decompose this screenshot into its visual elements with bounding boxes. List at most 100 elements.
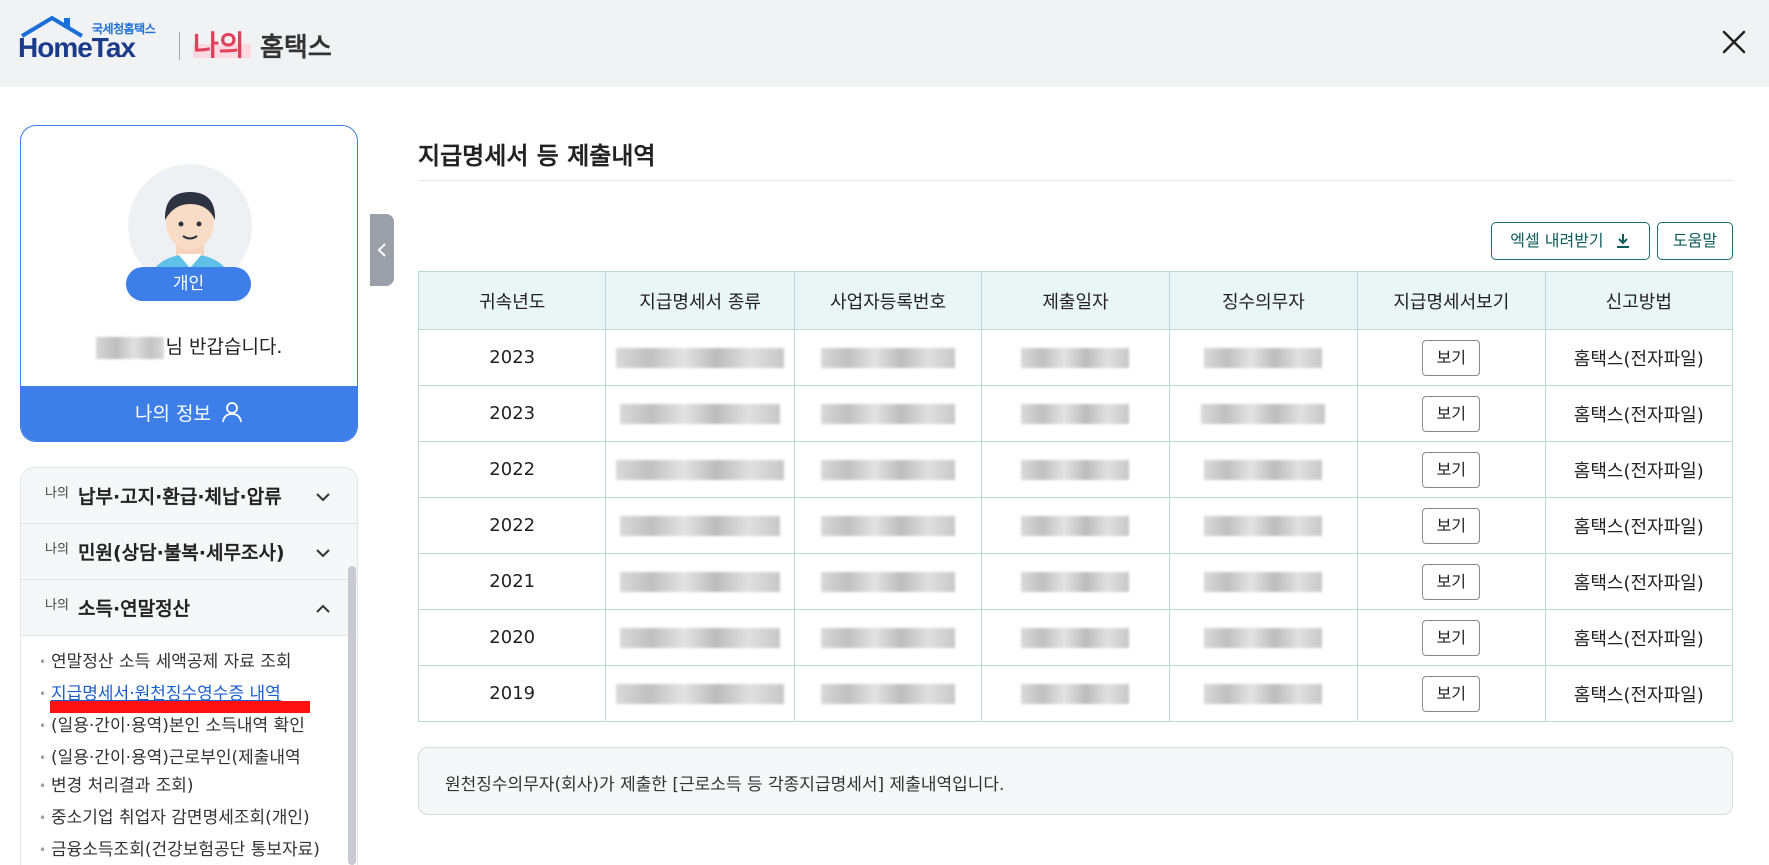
cell-blurred xyxy=(1168,497,1359,554)
sidebar-section-civil-affairs[interactable]: 나의 민원(상담·불복·세무조사) xyxy=(21,524,357,580)
greeting-text: 님 반갑습니다. xyxy=(21,332,357,359)
cell-year: 2022 xyxy=(417,497,607,554)
cell-view: 보기 xyxy=(1357,665,1546,722)
submenu-item-labor-denial[interactable]: (일용·간이·용역)근로부인(제출내역 xyxy=(39,744,301,772)
cell-blurred xyxy=(981,665,1170,722)
close-icon xyxy=(1722,30,1746,54)
cell-blurred xyxy=(605,497,795,554)
view-statement-button[interactable]: 보기 xyxy=(1422,507,1481,544)
help-button[interactable]: 도움말 xyxy=(1657,222,1733,260)
col-header-business-number: 사업자등록번호 xyxy=(793,271,983,330)
header: 국세청홈택스 HomeTax 나의 홈택스 xyxy=(0,0,1769,87)
cell-view: 보기 xyxy=(1357,497,1546,554)
cell-blurred xyxy=(1168,329,1359,386)
my-info-button[interactable]: 나의 정보 xyxy=(21,386,357,441)
cell-view: 보기 xyxy=(1357,553,1546,610)
table-row: 2023 보기 홈택스(전자파일) xyxy=(417,385,1734,442)
cell-method: 홈택스(전자파일) xyxy=(1544,665,1734,722)
cell-blurred xyxy=(793,553,983,610)
cell-blurred xyxy=(981,329,1170,386)
page-title: 지급명세서 등 제출내역 xyxy=(418,142,656,170)
cell-blurred xyxy=(1168,385,1359,442)
chevron-down-icon xyxy=(316,493,330,502)
blurred-value xyxy=(620,516,781,536)
cell-method: 홈택스(전자파일) xyxy=(1544,497,1734,554)
hometax-logo[interactable]: 국세청홈택스 HomeTax xyxy=(18,16,168,66)
view-statement-button[interactable]: 보기 xyxy=(1422,451,1481,488)
cell-blurred xyxy=(605,553,795,610)
title-divider xyxy=(418,180,1733,181)
close-button[interactable] xyxy=(1716,24,1752,60)
blurred-value xyxy=(821,684,956,704)
blurred-username xyxy=(95,336,164,359)
table-row: 2022 보기 홈택스(전자파일) xyxy=(417,497,1734,554)
cell-view: 보기 xyxy=(1357,441,1546,498)
blurred-value xyxy=(1021,460,1130,480)
view-statement-button[interactable]: 보기 xyxy=(1422,675,1481,712)
blurred-value xyxy=(1021,684,1130,704)
user-type-badge: 개인 xyxy=(126,267,251,301)
section-title: 민원(상담·불복·세무조사) xyxy=(78,542,285,564)
blurred-value xyxy=(1204,628,1323,648)
submenu-item-year-end-deduction[interactable]: 연말정산 소득 세액공제 자료 조회 xyxy=(39,648,292,676)
submenu-item-financial-income[interactable]: 금융소득조회(건강보험공단 통보자료) xyxy=(39,836,320,864)
submenu-item-sme-reduction[interactable]: 중소기업 취업자 감면명세조회(개인) xyxy=(39,804,310,832)
blurred-value xyxy=(620,404,781,424)
submenu-item-own-income-check[interactable]: (일용·간이·용역)본인 소득내역 확인 xyxy=(39,712,305,740)
col-header-statement-type: 지급명세서 종류 xyxy=(605,271,795,330)
submenu-item-labor-denial-cont-text: 변경 처리결과 조회) xyxy=(51,776,194,796)
blurred-value xyxy=(1021,404,1130,424)
excel-download-label: 엑셀 내려받기 xyxy=(1510,231,1604,250)
blurred-value xyxy=(821,572,956,592)
view-statement-button[interactable]: 보기 xyxy=(1422,619,1481,656)
cell-blurred xyxy=(605,609,795,666)
blurred-value xyxy=(1204,348,1323,368)
cell-method: 홈택스(전자파일) xyxy=(1544,609,1734,666)
cell-blurred xyxy=(605,329,795,386)
view-statement-button[interactable]: 보기 xyxy=(1422,395,1481,432)
notice-box: 원천징수의무자(회사)가 제출한 [근로소득 등 각종지급명세서] 제출내역입니… xyxy=(418,747,1733,815)
section-prefix: 나의 xyxy=(45,486,69,501)
chevron-down-icon xyxy=(316,549,330,558)
blurred-value xyxy=(620,572,781,592)
blurred-value xyxy=(1021,516,1130,536)
sidebar-scrollbar[interactable] xyxy=(348,566,356,865)
notice-text: 원천징수의무자(회사)가 제출한 [근로소득 등 각종지급명세서] 제출내역입니… xyxy=(445,775,1005,795)
sidebar-section-payment[interactable]: 나의 납부·고지·환급·체납·압류 xyxy=(21,468,357,524)
excel-download-button[interactable]: 엑셀 내려받기 xyxy=(1491,222,1650,260)
view-statement-button[interactable]: 보기 xyxy=(1422,563,1481,600)
cell-blurred xyxy=(605,665,795,722)
col-header-withholder: 징수의무자 xyxy=(1168,271,1359,330)
cell-blurred xyxy=(981,441,1170,498)
blurred-value xyxy=(821,404,956,424)
blurred-value xyxy=(821,628,956,648)
blurred-value xyxy=(1021,572,1130,592)
blurred-value xyxy=(1201,404,1326,424)
cell-blurred xyxy=(981,553,1170,610)
cell-blurred xyxy=(605,385,795,442)
cell-method: 홈택스(전자파일) xyxy=(1544,329,1734,386)
cell-method: 홈택스(전자파일) xyxy=(1544,553,1734,610)
sidebar-section-income[interactable]: 나의 소득·연말정산 xyxy=(21,580,357,636)
income-submenu: 연말정산 소득 세액공제 자료 조회 지급명세서·원천징수영수증 내역 (일용·… xyxy=(21,636,357,865)
logo-text: HomeTax xyxy=(18,32,136,63)
cell-blurred xyxy=(1168,441,1359,498)
col-header-submit-date: 제출일자 xyxy=(981,271,1170,330)
cell-method: 홈택스(전자파일) xyxy=(1544,385,1734,442)
table-header-row: 귀속년도 지급명세서 종류 사업자등록번호 제출일자 징수의무자 지급명세서보기… xyxy=(417,271,1734,330)
cell-year: 2020 xyxy=(417,609,607,666)
view-statement-button[interactable]: 보기 xyxy=(1422,339,1481,376)
cell-blurred xyxy=(981,497,1170,554)
cell-year: 2022 xyxy=(417,441,607,498)
cell-blurred xyxy=(793,329,983,386)
chevron-left-icon xyxy=(377,243,386,257)
section-title: 소득·연말정산 xyxy=(78,598,191,620)
cell-year: 2019 xyxy=(417,665,607,722)
section-prefix: 나의 xyxy=(45,598,69,613)
submenu-item-labor-denial-cont[interactable]: 변경 처리결과 조회) xyxy=(39,772,194,800)
cell-method: 홈택스(전자파일) xyxy=(1544,441,1734,498)
col-header-view-statement: 지급명세서보기 xyxy=(1357,271,1546,330)
section-title: 납부·고지·환급·체납·압류 xyxy=(78,486,282,508)
blurred-value xyxy=(1204,572,1323,592)
sidebar-collapse-button[interactable] xyxy=(370,214,394,286)
